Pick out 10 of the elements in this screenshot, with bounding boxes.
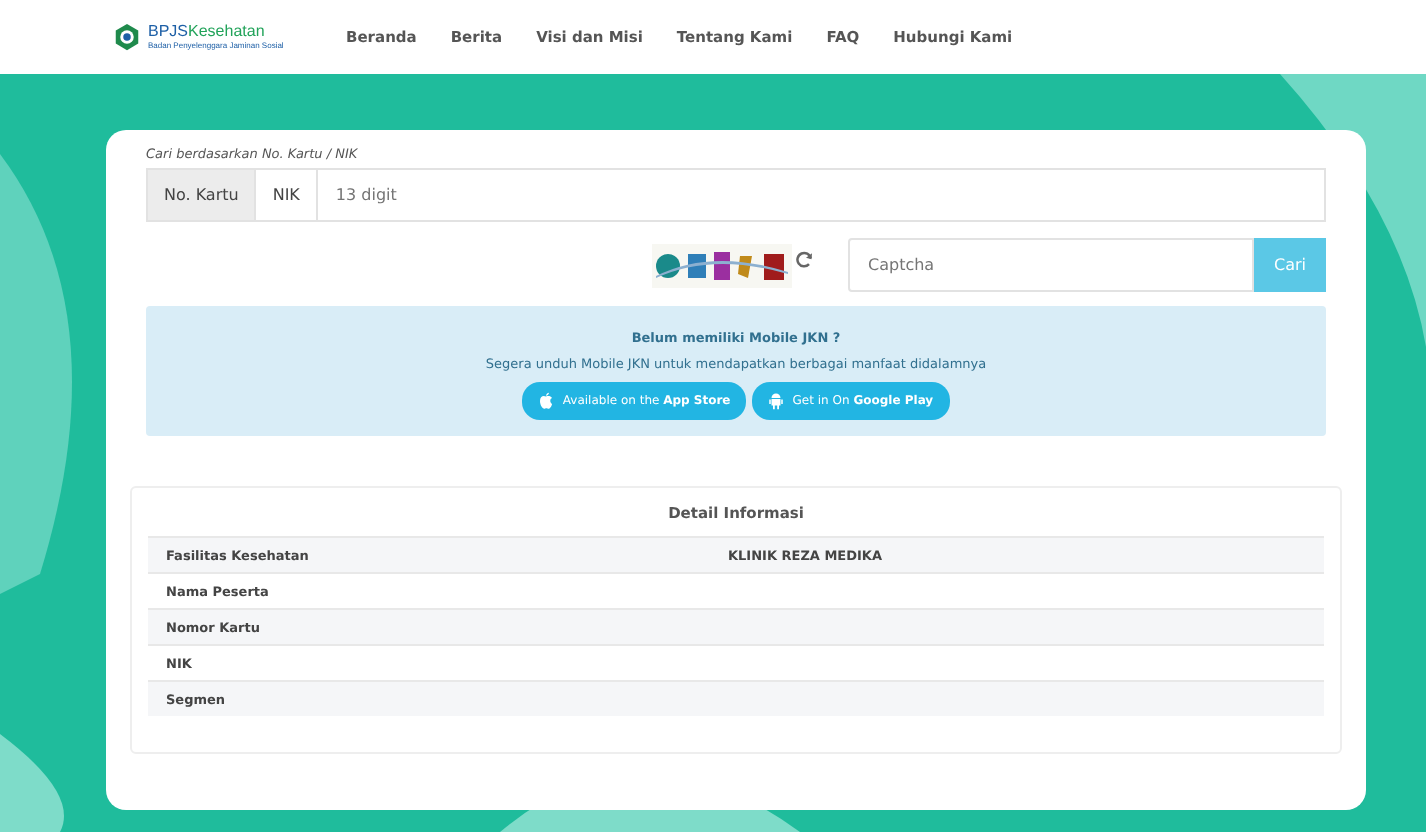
logo-icon	[112, 22, 142, 52]
id-type-tab[interactable]: NIK	[254, 168, 316, 222]
android-icon	[768, 392, 785, 410]
background-shape	[0, 734, 64, 832]
logo-name: BPJSKesehatan	[148, 23, 265, 42]
captcha-field[interactable]: Captcha	[848, 238, 1254, 292]
id-number-field[interactable]: 13 digit	[315, 168, 1326, 222]
apple-icon	[538, 392, 555, 410]
id-type-tab[interactable]: No. Kartu	[146, 168, 255, 222]
refresh-icon[interactable]	[794, 249, 814, 269]
